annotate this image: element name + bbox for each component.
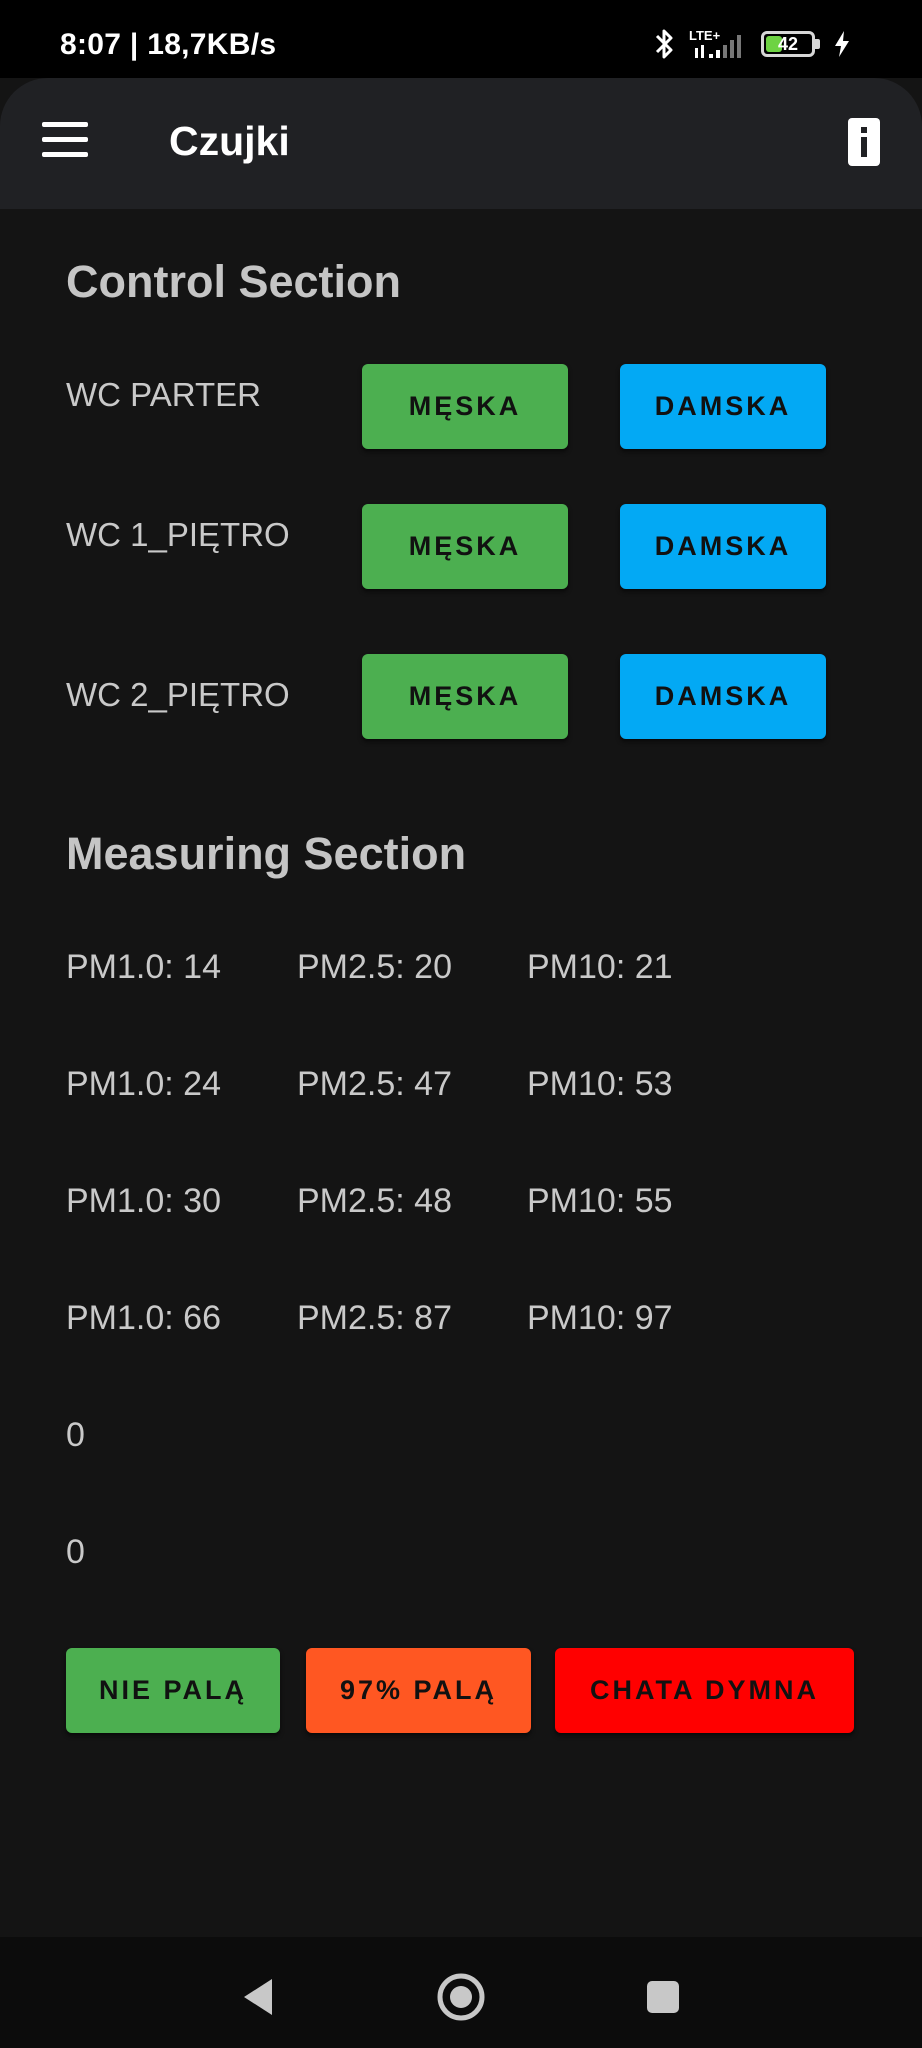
pm25-reading: PM2.5: 20 [297, 948, 452, 986]
status-bar: 8:07 | 18,7KB/s LTE+ 42 [0, 0, 922, 78]
pm10-reading: PM10: 97 [527, 1299, 673, 1337]
pm25-reading: PM2.5: 87 [297, 1299, 452, 1337]
wc-2-pietro-womens-button[interactable]: DAMSKA [620, 654, 826, 739]
app-bar: Czujki [0, 78, 922, 209]
wc-1-pietro-womens-button[interactable]: DAMSKA [620, 504, 826, 589]
battery-level: 42 [777, 33, 799, 54]
signal-icon: LTE+ [689, 28, 741, 58]
control-row-label: WC 2_PIĘTRO [66, 676, 290, 713]
battery-body: 42 [761, 31, 815, 57]
system-nav-bar [0, 1937, 922, 2048]
status-icons: LTE+ 42 [653, 26, 852, 62]
control-section-title: Control Section [66, 256, 401, 307]
not-smoking-button[interactable]: NIE PALĄ [66, 1648, 280, 1733]
battery-cap [815, 39, 820, 49]
measuring-section-title: Measuring Section [66, 828, 467, 879]
battery-icon: 42 [761, 31, 820, 57]
wc-parter-mens-button[interactable]: MĘSKA [362, 364, 568, 449]
wc-parter-womens-button[interactable]: DAMSKA [620, 364, 826, 449]
pm25-reading: PM2.5: 48 [297, 1182, 452, 1220]
pm1-reading: PM1.0: 66 [66, 1299, 221, 1337]
wc-1-pietro-mens-button[interactable]: MĘSKA [362, 504, 568, 589]
smoking-percent-button[interactable]: 97% PALĄ [306, 1648, 531, 1733]
home-icon[interactable] [431, 1967, 491, 2027]
bluetooth-icon [655, 29, 673, 59]
control-row-label: WC PARTER [66, 376, 261, 413]
status-time-speed: 8:07 | 18,7KB/s [60, 28, 277, 61]
network-label: LTE+ [689, 28, 721, 43]
hamburger-menu-icon[interactable] [42, 122, 88, 157]
pm10-reading: PM10: 21 [527, 948, 673, 986]
pm10-reading: PM10: 53 [527, 1065, 673, 1103]
wc-2-pietro-mens-button[interactable]: MĘSKA [362, 654, 568, 739]
pm1-reading: PM1.0: 14 [66, 948, 221, 986]
pm1-reading: PM1.0: 30 [66, 1182, 221, 1220]
value-text: 0 [66, 1416, 85, 1454]
charging-bolt-icon [835, 31, 849, 57]
recents-icon[interactable] [633, 1967, 693, 2027]
back-icon[interactable] [228, 1967, 288, 2027]
pm25-reading: PM2.5: 47 [297, 1065, 452, 1103]
pm10-reading: PM10: 55 [527, 1182, 673, 1220]
page-title: Czujki [169, 118, 290, 164]
info-icon[interactable] [846, 116, 882, 168]
value-text: 0 [66, 1533, 85, 1571]
pm1-reading: PM1.0: 24 [66, 1065, 221, 1103]
control-row-label: WC 1_PIĘTRO [66, 516, 290, 553]
smoke-house-button[interactable]: CHATA DYMNA [555, 1648, 854, 1733]
